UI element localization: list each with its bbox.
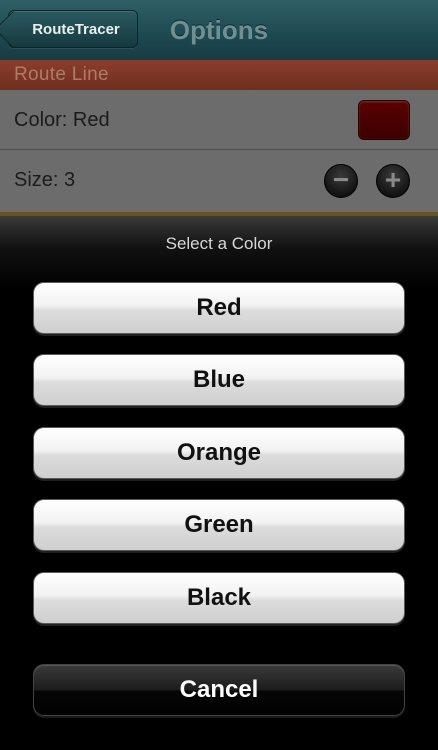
action-sheet-title: Select a Color [165,234,273,253]
minus-icon: − [332,164,350,195]
color-action-sheet: Select a Color Red Blue Orange Green Bla… [0,216,438,750]
cancel-button[interactable]: Cancel [33,664,405,716]
size-row: Size: 3 − + [0,150,438,212]
increase-size-button[interactable]: + [376,164,410,198]
color-option-orange[interactable]: Orange [33,427,405,479]
size-row-label: Size: 3 [14,169,76,191]
color-row-label: Color: Red [14,109,110,131]
color-option-black[interactable]: Black [33,572,405,624]
color-option-green[interactable]: Green [33,499,405,551]
color-option-red[interactable]: Red [33,282,405,334]
color-swatch-button[interactable] [358,100,410,140]
color-row[interactable]: Color: Red [0,90,438,150]
decrease-size-button[interactable]: − [324,164,358,198]
color-option-blue[interactable]: Blue [33,354,405,406]
page-title: Options [169,15,269,45]
section-header-route-line: Route Line [0,60,438,90]
navigation-bar: RouteTracer Options [0,0,438,61]
plus-icon: + [384,164,402,195]
